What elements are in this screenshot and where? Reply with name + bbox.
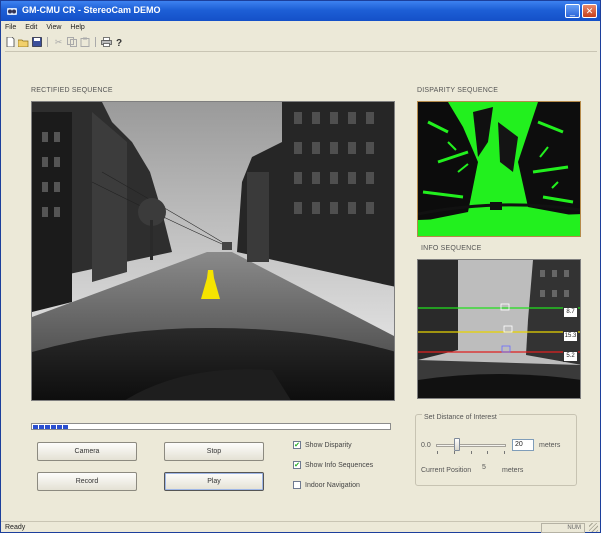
play-button[interactable]: Play	[164, 472, 264, 491]
rectified-sequence-view	[31, 101, 395, 401]
progress-fill	[33, 425, 68, 429]
disparity-map-image	[418, 102, 580, 236]
toolbar-separator	[47, 37, 48, 47]
playback-progress-bar	[31, 423, 391, 430]
new-file-icon[interactable]	[5, 37, 16, 48]
distance-slider-thumb[interactable]	[454, 438, 460, 451]
checkbox-checked-icon[interactable]: ✔	[293, 461, 301, 469]
distance-value-field[interactable]: 20	[512, 439, 534, 451]
title-bar[interactable]: GM-CMU CR - StereoCam DEMO _ ✕	[1, 1, 600, 21]
cut-icon[interactable]: ✂	[53, 37, 64, 48]
distance-group-legend: Set Distance of Interest	[422, 414, 499, 421]
distance-slider-track[interactable]	[436, 444, 506, 447]
progress-block	[57, 425, 62, 429]
show-info-checkbox[interactable]: ✔ Show Info Sequences	[293, 461, 373, 469]
progress-block	[51, 425, 56, 429]
rectified-sequence-label: RECTIFIED SEQUENCE	[31, 87, 113, 94]
checkbox-checked-icon[interactable]: ✔	[293, 441, 301, 449]
disparity-sequence-label: DISPARITY SEQUENCE	[417, 87, 499, 94]
progress-block	[33, 425, 38, 429]
slider-ticks	[437, 451, 505, 454]
disparity-sequence-view	[417, 101, 581, 237]
minimize-button[interactable]: _	[565, 4, 580, 18]
distance-of-interest-group: Set Distance of Interest 0.0 20 meters C…	[415, 414, 577, 486]
show-info-label: Show Info Sequences	[305, 461, 374, 469]
svg-text:?: ?	[116, 38, 122, 48]
indoor-navigation-checkbox[interactable]: Indoor Navigation	[293, 481, 360, 489]
app-window: GM-CMU CR - StereoCam DEMO _ ✕ File Edit…	[0, 0, 601, 533]
distance-unit-label: meters	[539, 442, 561, 449]
open-folder-icon[interactable]	[18, 37, 29, 48]
current-position-unit: meters	[502, 467, 524, 474]
paste-icon[interactable]	[79, 37, 90, 48]
indoor-navigation-label: Indoor Navigation	[305, 481, 360, 489]
menu-file[interactable]: File	[5, 22, 16, 34]
num-lock-indicator: NUM	[541, 523, 585, 533]
road-scene-image	[32, 102, 394, 400]
distance-readout-top: 8.7	[563, 307, 578, 318]
camera-button[interactable]: Camera	[37, 442, 137, 461]
stop-button[interactable]: Stop	[164, 442, 264, 461]
copy-icon[interactable]	[66, 37, 77, 48]
info-sequence-view: 8.7 15.3 5.2	[417, 259, 581, 399]
save-icon[interactable]	[31, 37, 42, 48]
menu-edit[interactable]: Edit	[25, 22, 37, 34]
window-title: GM-CMU CR - StereoCam DEMO	[22, 5, 161, 15]
show-disparity-label: Show Disparity	[305, 441, 352, 449]
help-icon[interactable]: ?	[114, 37, 125, 48]
info-sequence-label: INFO SEQUENCE	[421, 245, 482, 252]
print-icon[interactable]	[101, 37, 112, 48]
menu-view[interactable]: View	[46, 22, 61, 34]
distance-readout-bottom: 5.2	[563, 351, 578, 362]
status-bar: Ready NUM	[1, 521, 600, 533]
distance-readout-middle: 15.3	[563, 331, 578, 342]
checkbox-unchecked-icon[interactable]	[293, 481, 301, 489]
close-button[interactable]: ✕	[582, 4, 597, 18]
progress-block	[63, 425, 68, 429]
info-overlay-image	[418, 260, 580, 398]
resize-grip-icon[interactable]	[589, 523, 598, 532]
current-position-value: 5	[482, 464, 486, 471]
current-position-label: Current Position	[421, 467, 472, 474]
menu-bar: File Edit View Help	[1, 22, 600, 34]
toolbar: ✂ ?	[1, 35, 600, 49]
slider-min-label: 0.0	[421, 442, 431, 449]
toolbar-separator	[95, 37, 96, 47]
progress-block	[39, 425, 44, 429]
record-button[interactable]: Record	[37, 472, 137, 491]
menu-help[interactable]: Help	[70, 22, 84, 34]
progress-block	[45, 425, 50, 429]
show-disparity-checkbox[interactable]: ✔ Show Disparity	[293, 441, 352, 449]
app-icon	[7, 8, 17, 15]
status-text: Ready	[5, 524, 26, 531]
